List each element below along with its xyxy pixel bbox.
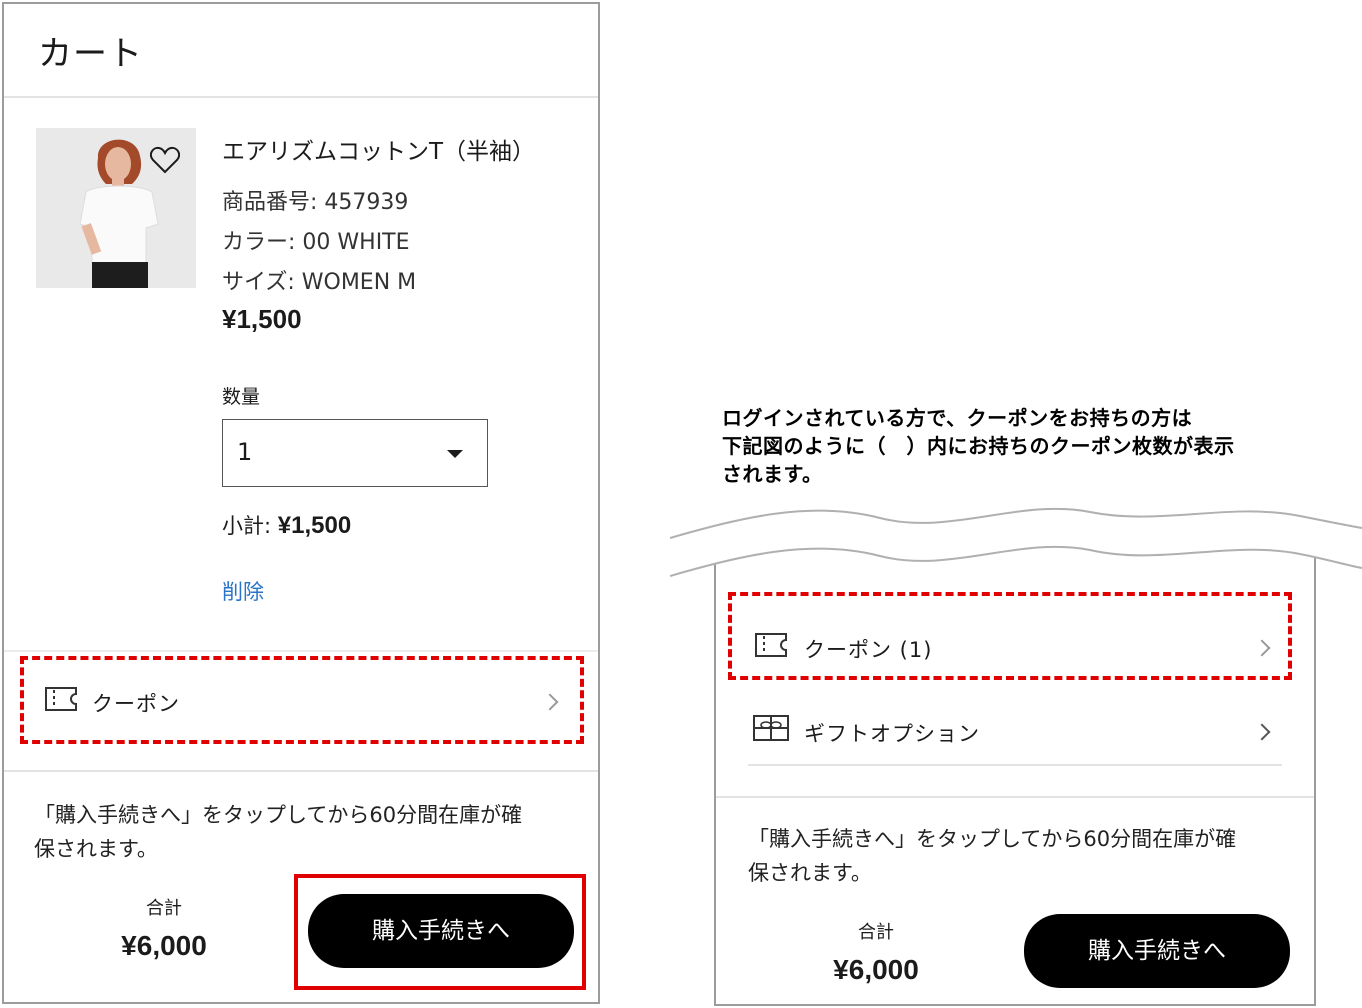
quantity-value: 1 — [237, 438, 253, 466]
favorite-heart-icon[interactable] — [149, 146, 181, 178]
cart-panel: カート エアリズムコットンT（半袖） 商品番号: 457939 カラー: 00 … — [2, 2, 600, 1004]
checkout-button[interactable]: 購入手続きへ — [1024, 914, 1290, 988]
header-divider — [4, 96, 598, 98]
delete-link[interactable]: 削除 — [222, 576, 264, 606]
product-number: 商品番号: 457939 — [222, 190, 409, 215]
section-divider — [716, 796, 1314, 798]
coupon-count-highlight-box — [728, 592, 1292, 680]
gift-icon — [752, 714, 790, 746]
stock-note: 「購入手続きへ」をタップしてから60分間在庫が確 保されます。 — [34, 803, 523, 861]
stock-note: 「購入手続きへ」をタップしてから60分間在庫が確 保されます。 — [748, 827, 1237, 885]
coupon-bottom-divider — [4, 770, 598, 772]
product-size: サイズ: WOMEN M — [222, 270, 417, 295]
total-value: ¥6,000 — [121, 930, 207, 961]
total-label: 合計 — [858, 922, 894, 943]
coupon-top-divider — [4, 650, 598, 652]
gift-option-row[interactable]: ギフトオプション — [740, 702, 1280, 762]
quantity-label: 数量 — [222, 386, 261, 408]
product-name[interactable]: エアリズムコットンT（半袖） — [222, 132, 535, 166]
product-image[interactable] — [36, 128, 196, 288]
total-value: ¥6,000 — [833, 954, 919, 985]
subtotal-label: 小計: — [222, 514, 272, 538]
quantity-select[interactable]: 1 — [222, 419, 488, 487]
page-title: カート — [38, 34, 143, 74]
total-label: 合計 — [146, 898, 182, 919]
dropdown-arrow-icon — [447, 450, 463, 458]
chevron-right-icon — [1253, 723, 1271, 741]
caption-note: ログインされている方で、クーポンをお持ちの方は 下記図のように（ ）内にお持ちの… — [722, 406, 1235, 486]
coupon-highlight-box — [20, 656, 584, 744]
checkout-highlight-box — [294, 874, 586, 990]
gift-option-label: ギフトオプション — [804, 722, 980, 746]
wavy-cut-divider — [670, 507, 1362, 577]
row-divider — [748, 764, 1282, 766]
subtotal-value: ¥1,500 — [277, 512, 352, 539]
product-price: ¥1,500 — [222, 304, 302, 334]
product-color: カラー: 00 WHITE — [222, 230, 410, 255]
subtotal: 小計: ¥1,500 — [222, 510, 351, 540]
